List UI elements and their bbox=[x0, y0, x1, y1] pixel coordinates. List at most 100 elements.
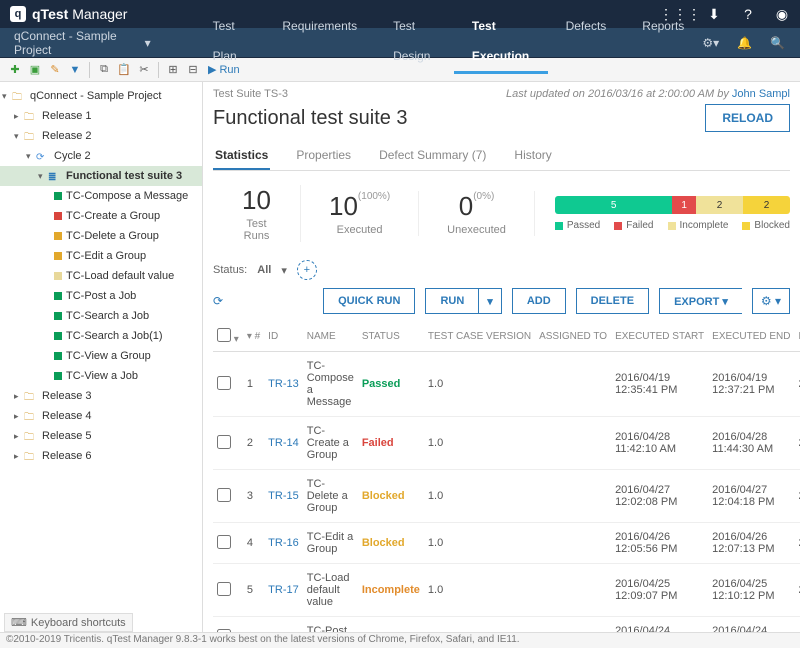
tree-release-3[interactable]: ▸🗀Release 3 bbox=[0, 386, 202, 406]
search-icon[interactable]: 🔍 bbox=[770, 36, 785, 50]
table-row[interactable]: 5TR-17TC-Load default valueIncomplete1.0… bbox=[213, 564, 800, 617]
copy-icon[interactable]: ⧉ bbox=[95, 61, 113, 79]
col-header[interactable]: EXECUTED START bbox=[611, 322, 708, 352]
content: Test Suite TS-3 Last updated on 2016/03/… bbox=[203, 82, 800, 632]
nav-tab-test-execution[interactable]: Test Execution bbox=[454, 11, 548, 74]
run-id-link[interactable]: TR-17 bbox=[268, 584, 299, 596]
run-dropdown[interactable]: ▾ bbox=[478, 288, 502, 314]
cut-icon[interactable]: ✂ bbox=[135, 61, 153, 79]
row-checkbox[interactable] bbox=[217, 535, 231, 549]
tree-release-4[interactable]: ▸🗀Release 4 bbox=[0, 406, 202, 426]
chevron-down-icon[interactable]: ▾ bbox=[281, 264, 287, 277]
nav-tab-test-design[interactable]: Test Design bbox=[375, 11, 454, 74]
nav-tab-reports[interactable]: Reports bbox=[624, 11, 702, 74]
row-checkbox[interactable] bbox=[217, 488, 231, 502]
tree-release-2[interactable]: ▾🗀Release 2 bbox=[0, 126, 202, 146]
sub-tabs: Statistics Properties Defect Summary (7) Hi… bbox=[213, 142, 790, 171]
col-header[interactable]: TEST CASE VERSION bbox=[424, 322, 535, 352]
project-dropdown[interactable]: qConnect - Sample Project ▾ bbox=[0, 29, 165, 57]
tree-testcase[interactable]: TC-Delete a Group bbox=[0, 226, 202, 246]
tree-testcase[interactable]: TC-Compose a Message bbox=[0, 186, 202, 206]
new-folder-icon[interactable]: ▣ bbox=[26, 61, 44, 79]
select-all-checkbox[interactable] bbox=[217, 328, 231, 342]
tree-testcase[interactable]: TC-View a Job bbox=[0, 366, 202, 386]
add-filter-button[interactable]: + bbox=[297, 260, 317, 280]
tree-testcase[interactable]: TC-Edit a Group bbox=[0, 246, 202, 266]
tree-root[interactable]: ▾🗀qConnect - Sample Project bbox=[0, 86, 202, 106]
reload-button[interactable]: RELOAD bbox=[705, 104, 790, 132]
col-header[interactable]: NAME bbox=[303, 322, 358, 352]
table-row[interactable]: 6TR-18TC-Post a JobPassed1.02016/04/24 1… bbox=[213, 617, 800, 633]
filter-icon[interactable]: ▼ bbox=[66, 61, 84, 79]
tree-testcase[interactable]: TC-Load default value bbox=[0, 266, 202, 286]
run-id-link[interactable]: TR-15 bbox=[268, 490, 299, 502]
last-updated: Last updated on 2016/03/16 at 2:00:00 AM… bbox=[506, 88, 790, 100]
nav-bar: qConnect - Sample Project ▾ Test PlanReq… bbox=[0, 28, 800, 58]
tree-cycle-2[interactable]: ▾⟳Cycle 2 bbox=[0, 146, 202, 166]
tree-release-1[interactable]: ▸🗀Release 1 bbox=[0, 106, 202, 126]
last-updated-user[interactable]: John Sampl bbox=[732, 88, 790, 100]
col-header[interactable]: ID bbox=[264, 322, 303, 352]
col-header[interactable]: ASSIGNED TO bbox=[535, 322, 611, 352]
sub-tab-0[interactable]: Statistics bbox=[213, 142, 270, 170]
notifications-bell-icon[interactable]: 🔔 bbox=[737, 36, 752, 50]
download-icon[interactable]: ⬇ bbox=[706, 6, 722, 22]
sub-tab-1[interactable]: Properties bbox=[294, 142, 353, 170]
help-icon[interactable]: ? bbox=[740, 6, 756, 22]
brand-logo-icon: q bbox=[10, 6, 26, 22]
nav-tab-defects[interactable]: Defects bbox=[548, 11, 625, 74]
paste-icon[interactable]: 📋 bbox=[115, 61, 133, 79]
edit-icon[interactable]: ✎ bbox=[46, 61, 64, 79]
brand-name-1: qTest bbox=[32, 6, 68, 22]
tree-release-6[interactable]: ▸🗀Release 6 bbox=[0, 446, 202, 466]
col-header[interactable]: STATUS bbox=[358, 322, 424, 352]
export-button[interactable]: EXPORT ▾ bbox=[659, 288, 742, 314]
expand-icon[interactable]: ⊞ bbox=[164, 61, 182, 79]
breadcrumb: Test Suite TS-3 bbox=[213, 88, 288, 100]
row-checkbox[interactable] bbox=[217, 376, 231, 390]
run-button[interactable]: RUN bbox=[425, 288, 478, 314]
sub-tab-3[interactable]: History bbox=[512, 142, 553, 170]
quick-run-button[interactable]: QUICK RUN bbox=[323, 288, 415, 314]
legend-item: Blocked bbox=[742, 220, 790, 231]
row-checkbox[interactable] bbox=[217, 435, 231, 449]
run-id-link[interactable]: TR-16 bbox=[268, 537, 299, 549]
collapse-icon[interactable]: ⊟ bbox=[184, 61, 202, 79]
tree-testcase[interactable]: TC-Search a Job(1) bbox=[0, 326, 202, 346]
tree-testcase[interactable]: TC-Create a Group bbox=[0, 206, 202, 226]
tree-testcase[interactable]: TC-Post a Job bbox=[0, 286, 202, 306]
table-row[interactable]: 3TR-15TC-Delete a GroupBlocked1.02016/04… bbox=[213, 470, 800, 523]
table-row[interactable]: 2TR-14TC-Create a GroupFailed1.02016/04/… bbox=[213, 417, 800, 470]
col-header[interactable]: ▾ bbox=[213, 322, 243, 352]
col-header[interactable]: ▾ # bbox=[243, 322, 264, 352]
table-row[interactable]: 4TR-16TC-Edit a GroupBlocked1.02016/04/2… bbox=[213, 523, 800, 564]
add-icon[interactable]: ✚ bbox=[6, 61, 24, 79]
nav-tab-requirements[interactable]: Requirements bbox=[264, 11, 375, 74]
table-settings-icon[interactable]: ⚙ ▾ bbox=[752, 288, 790, 314]
tree-testcase[interactable]: TC-Search a Job bbox=[0, 306, 202, 326]
row-checkbox[interactable] bbox=[217, 582, 231, 596]
keyboard-shortcuts-button[interactable]: ⌨ Keyboard shortcuts bbox=[4, 613, 133, 632]
sidebar-tree: ▾🗀qConnect - Sample Project ▸🗀Release 1 … bbox=[0, 82, 203, 632]
tree-release-5[interactable]: ▸🗀Release 5 bbox=[0, 426, 202, 446]
bar-segment: 2 bbox=[743, 196, 790, 214]
run-button[interactable]: ▶ Run bbox=[208, 63, 240, 76]
col-header[interactable]: PLANNED START DATE bbox=[795, 322, 800, 352]
run-id-link[interactable]: TR-13 bbox=[268, 378, 299, 390]
user-icon[interactable]: ◉ bbox=[774, 6, 790, 22]
settings-gear-icon[interactable]: ⚙▾ bbox=[702, 36, 719, 50]
stat-unexecuted: 0(0%) Unexecuted bbox=[419, 191, 535, 236]
run-id-link[interactable]: TR-14 bbox=[268, 437, 299, 449]
filter-row: Status: All ▾ + bbox=[213, 260, 790, 280]
add-button[interactable]: ADD bbox=[512, 288, 566, 314]
delete-button[interactable]: DELETE bbox=[576, 288, 649, 314]
table-row[interactable]: 1TR-13TC-Compose a MessagePassed1.02016/… bbox=[213, 352, 800, 417]
refresh-icon[interactable]: ⟳ bbox=[213, 294, 223, 308]
sub-tab-2[interactable]: Defect Summary (7) bbox=[377, 142, 488, 170]
status-filter-value[interactable]: All bbox=[257, 264, 271, 276]
tree-suite[interactable]: ▾≣Functional test suite 3 bbox=[0, 166, 202, 186]
tree-testcase[interactable]: TC-View a Group bbox=[0, 346, 202, 366]
col-header[interactable]: EXECUTED END bbox=[708, 322, 794, 352]
project-name: qConnect - Sample Project bbox=[14, 29, 141, 57]
bar-segment: 1 bbox=[672, 196, 696, 214]
